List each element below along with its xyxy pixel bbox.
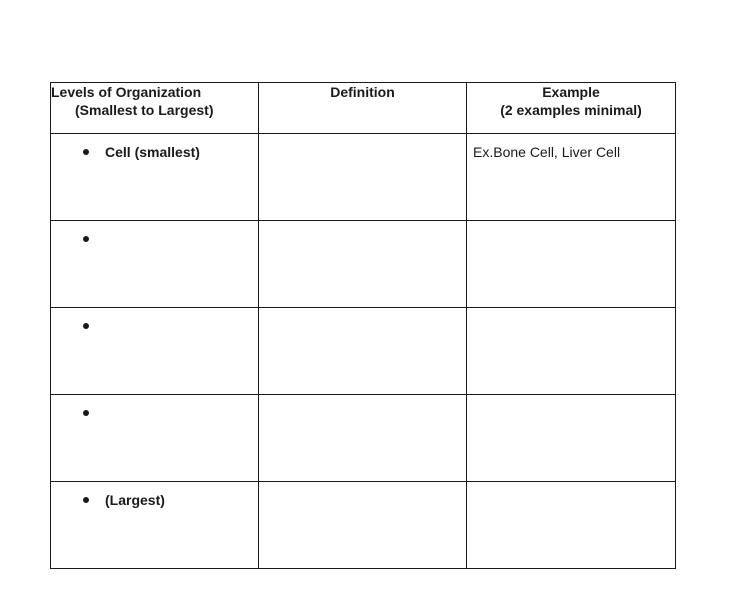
example-cell[interactable] bbox=[466, 394, 676, 482]
definition-cell[interactable] bbox=[258, 133, 467, 221]
example-cell[interactable] bbox=[466, 220, 676, 308]
header-example-title: Example bbox=[542, 84, 600, 100]
level-cell[interactable] bbox=[50, 394, 259, 482]
example-cell[interactable]: Ex.Bone Cell, Liver Cell bbox=[466, 133, 676, 221]
table-row: Cell (smallest) Ex.Bone Cell, Liver Cell bbox=[50, 133, 676, 221]
level-cell[interactable] bbox=[50, 220, 259, 308]
definition-cell[interactable] bbox=[258, 394, 467, 482]
table-row: (Largest) bbox=[50, 481, 676, 569]
header-levels-subtitle: (Smallest to Largest) bbox=[75, 102, 214, 118]
table-row bbox=[50, 307, 676, 395]
levels-of-organization-table: Levels of Organization (Smallest to Larg… bbox=[50, 82, 676, 569]
bullet-icon bbox=[83, 497, 89, 503]
header-levels-title: Levels of Organization bbox=[51, 84, 202, 100]
header-row: Levels of Organization (Smallest to Larg… bbox=[50, 82, 676, 134]
level-label: Cell (smallest) bbox=[105, 144, 200, 160]
bullet-icon bbox=[83, 410, 89, 416]
example-text bbox=[467, 482, 675, 491]
header-levels: Levels of Organization (Smallest to Larg… bbox=[50, 82, 259, 134]
header-example-subtitle: (2 examples minimal) bbox=[500, 102, 642, 118]
definition-cell[interactable] bbox=[258, 481, 467, 569]
header-definition: Definition bbox=[258, 82, 467, 134]
definition-cell[interactable] bbox=[258, 307, 467, 395]
level-label-line2: (Largest) bbox=[105, 492, 165, 508]
level-cell[interactable] bbox=[50, 307, 259, 395]
bullet-icon bbox=[83, 236, 89, 242]
example-cell[interactable] bbox=[466, 307, 676, 395]
table-row bbox=[50, 220, 676, 308]
level-cell[interactable]: (Largest) bbox=[50, 481, 259, 569]
bullet-icon bbox=[83, 323, 89, 329]
example-text bbox=[467, 221, 675, 230]
example-text bbox=[467, 395, 675, 404]
table-row bbox=[50, 394, 676, 482]
header-example: Example (2 examples minimal) bbox=[466, 82, 676, 134]
example-cell[interactable] bbox=[466, 481, 676, 569]
definition-cell[interactable] bbox=[258, 220, 467, 308]
level-cell[interactable]: Cell (smallest) bbox=[50, 133, 259, 221]
example-text bbox=[467, 308, 675, 317]
bullet-icon bbox=[83, 149, 89, 155]
example-text: Ex.Bone Cell, Liver Cell bbox=[473, 144, 621, 160]
